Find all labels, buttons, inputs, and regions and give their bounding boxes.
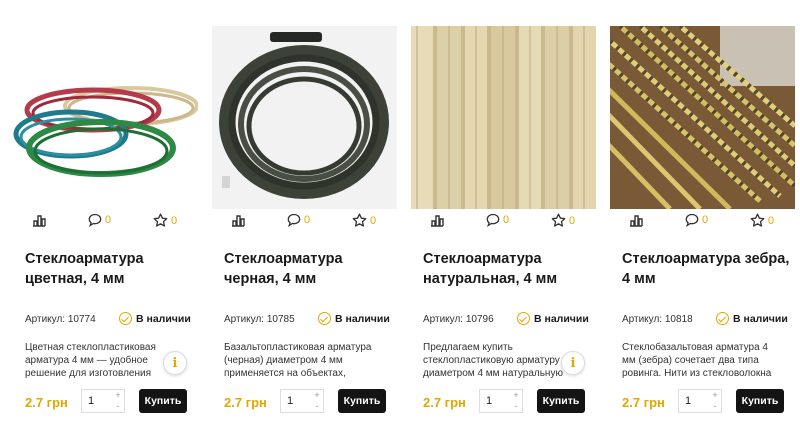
product-price: 2.7 грн	[25, 395, 68, 410]
favorite-button[interactable]: 0	[750, 213, 774, 228]
quantity-input[interactable]: 1	[480, 390, 510, 412]
card-actions: 0 0	[610, 209, 795, 237]
stock-label: В наличии	[335, 312, 390, 325]
buy-button[interactable]: Купить	[338, 389, 386, 413]
quantity-stepper[interactable]: 1 + -	[280, 389, 324, 413]
product-description: Стеклобазальтовая арматура 4 мм (зебра) …	[622, 342, 772, 379]
product-grid: 0 0 Стеклоарматура цветная, 4 мм Артикул…	[0, 0, 800, 421]
stock-status: В наличии	[318, 312, 390, 325]
check-circle-icon	[517, 312, 530, 325]
favorite-button[interactable]: 0	[352, 213, 376, 228]
stock-label: В наличии	[534, 312, 589, 325]
compare-icon[interactable]	[231, 213, 245, 227]
product-sku: Артикул: 10796	[423, 314, 494, 325]
info-icon[interactable]: i	[561, 351, 585, 375]
card-actions: 0 0	[212, 209, 397, 237]
decrement-icon[interactable]: -	[515, 401, 518, 412]
product-image-natural-rebar[interactable]	[411, 26, 596, 209]
product-image-zebra-rebar[interactable]	[610, 26, 795, 209]
stock-status: В наличии	[119, 312, 191, 325]
favorites-count: 0	[768, 214, 775, 227]
decrement-icon[interactable]: -	[316, 401, 319, 412]
compare-icon[interactable]	[430, 213, 444, 227]
product-price: 2.7 грн	[224, 395, 267, 410]
comment-icon	[287, 213, 301, 227]
info-icon[interactable]: i	[163, 351, 187, 375]
comment-icon	[685, 213, 699, 227]
star-icon	[551, 213, 566, 227]
product-title[interactable]: Стеклоарматура зебра, 4 мм	[622, 249, 792, 289]
product-price: 2.7 грн	[622, 395, 665, 410]
quantity-stepper[interactable]: 1 + -	[678, 389, 722, 413]
product-title[interactable]: Стеклоарматура черная, 4 мм	[224, 249, 394, 289]
stock-status: В наличии	[716, 312, 788, 325]
quantity-input[interactable]: 1	[82, 390, 112, 412]
quantity-stepper[interactable]: 1 + -	[81, 389, 125, 413]
increment-icon[interactable]: +	[314, 390, 319, 401]
product-description: Предлагаем купить стеклопластиковую арма…	[423, 342, 563, 379]
star-icon	[352, 213, 367, 227]
check-circle-icon	[119, 312, 132, 325]
star-icon	[153, 213, 168, 227]
buy-button[interactable]: Купить	[537, 389, 585, 413]
card-actions: 0 0	[411, 209, 596, 237]
product-card: 0 0 Стеклоарматура зебра, 4 мм Артикул: …	[610, 26, 795, 421]
product-sku: Артикул: 10818	[622, 314, 693, 325]
comments-button[interactable]: 0	[287, 213, 310, 227]
quantity-input[interactable]: 1	[281, 390, 311, 412]
decrement-icon[interactable]: -	[117, 401, 120, 412]
increment-icon[interactable]: +	[513, 390, 518, 401]
stock-label: В наличии	[136, 312, 191, 325]
compare-icon[interactable]	[32, 213, 46, 227]
stock-label: В наличии	[733, 312, 788, 325]
comments-count: 0	[503, 214, 510, 226]
comments-button[interactable]: 0	[486, 213, 509, 227]
comment-icon	[486, 213, 500, 227]
comments-count: 0	[702, 214, 709, 226]
quantity-stepper[interactable]: 1 + -	[479, 389, 523, 413]
product-title[interactable]: Стеклоарматура натуральная, 4 мм	[423, 249, 593, 289]
product-card: 0 0 Стеклоарматура цветная, 4 мм Артикул…	[13, 26, 198, 421]
check-circle-icon	[716, 312, 729, 325]
favorites-count: 0	[569, 214, 576, 227]
favorite-button[interactable]: 0	[551, 213, 575, 228]
star-icon	[750, 213, 765, 227]
increment-icon[interactable]: +	[115, 390, 120, 401]
comments-button[interactable]: 0	[685, 213, 708, 227]
favorite-button[interactable]: 0	[153, 213, 177, 228]
decrement-icon[interactable]: -	[714, 401, 717, 412]
compare-icon[interactable]	[629, 213, 643, 227]
favorites-count: 0	[171, 214, 178, 227]
product-card: 0 0 Стеклоарматура черная, 4 мм Артикул:…	[212, 26, 397, 421]
product-card: 0 0 Стеклоарматура натуральная, 4 мм Арт…	[411, 26, 596, 421]
comments-button[interactable]: 0	[88, 213, 111, 227]
card-actions: 0 0	[13, 209, 198, 237]
stock-status: В наличии	[517, 312, 589, 325]
product-image-colored-rebar[interactable]	[13, 26, 198, 209]
product-title[interactable]: Стеклоарматура цветная, 4 мм	[25, 249, 195, 289]
product-sku: Артикул: 10774	[25, 314, 96, 325]
comments-count: 0	[304, 214, 311, 226]
quantity-input[interactable]: 1	[679, 390, 709, 412]
product-description: Базальтопластиковая арматура (черная) ди…	[224, 342, 372, 379]
favorites-count: 0	[370, 214, 377, 227]
check-circle-icon	[318, 312, 331, 325]
increment-icon[interactable]: +	[712, 390, 717, 401]
product-image-black-rebar[interactable]	[212, 26, 397, 209]
product-price: 2.7 грн	[423, 395, 466, 410]
buy-button[interactable]: Купить	[736, 389, 784, 413]
comment-icon	[88, 213, 102, 227]
buy-button[interactable]: Купить	[139, 389, 187, 413]
product-description: Цветная стеклопластиковая арматура 4 мм …	[25, 342, 156, 379]
product-sku: Артикул: 10785	[224, 314, 295, 325]
comments-count: 0	[105, 214, 112, 226]
